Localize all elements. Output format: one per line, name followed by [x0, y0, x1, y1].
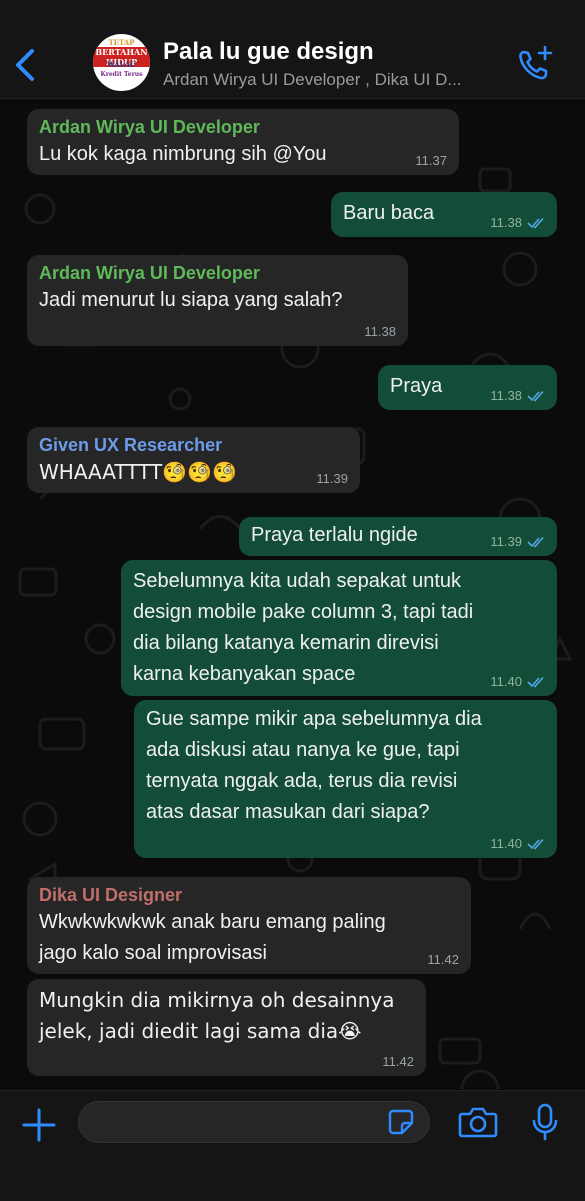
message-sender[interactable]: Ardan Wirya UI Developer: [39, 261, 396, 285]
message-meta: 11.42: [427, 952, 459, 967]
message-time: 11.42: [382, 1054, 414, 1069]
composer-bar: [0, 1090, 585, 1201]
message-text: Wkwkwkwkwk anak baru emang paling jago k…: [39, 911, 386, 964]
message-time: 11.39: [316, 471, 348, 486]
camera-icon[interactable]: [458, 1105, 498, 1139]
avatar-line-3: WALAU: [106, 60, 137, 69]
message-time: 11.38: [490, 215, 522, 230]
message-time: 11.37: [415, 153, 447, 168]
message-meta: 11.38: [364, 324, 396, 339]
message-meta: 11.40: [490, 674, 545, 689]
chat-subtitle[interactable]: Ardan Wirya UI Developer , Dika UI D...: [163, 70, 503, 90]
message-meta: 11.37: [415, 153, 447, 168]
message-time: 11.38: [490, 388, 522, 403]
message-text: Lu kok kaga nimbrung sih @You: [39, 143, 327, 165]
message-outgoing[interactable]: Sebelumnya kita udah sepakat untuk desig…: [121, 560, 557, 696]
message-text: Gue sampe mikir apa sebelumnya dia ada d…: [146, 708, 482, 823]
message-text: Jadi menurut lu siapa yang salah?: [39, 289, 343, 311]
double-check-icon: [527, 217, 544, 228]
double-check-icon: [527, 536, 544, 547]
add-call-icon[interactable]: [515, 44, 555, 84]
message-outgoing[interactable]: Praya terlalu ngide 11.39: [239, 517, 557, 556]
message-time: 11.38: [364, 324, 396, 339]
message-text: Sebelumnya kita udah sepakat untuk desig…: [133, 570, 474, 685]
message-outgoing[interactable]: Baru baca 11.38: [331, 192, 557, 237]
message-meta: 11.38: [490, 215, 545, 230]
avatar-line-4: Kredit Terus: [100, 71, 143, 78]
message-meta: 11.40: [490, 836, 545, 851]
message-incoming[interactable]: Dika UI Designer Wkwkwkwkwk anak baru em…: [27, 877, 471, 974]
message-time: 11.39: [490, 534, 522, 549]
sticker-icon[interactable]: [387, 1108, 415, 1136]
message-time: 11.40: [490, 674, 522, 689]
message-sender[interactable]: Ardan Wirya UI Developer: [39, 115, 447, 139]
chat-title[interactable]: Pala lu gue design: [163, 38, 374, 66]
message-incoming[interactable]: Ardan Wirya UI Developer Lu kok kaga nim…: [27, 109, 459, 175]
message-incoming[interactable]: Mungkin dia mikirnya oh desainnya jelek,…: [27, 979, 426, 1076]
double-check-icon: [527, 676, 544, 687]
double-check-icon: [527, 838, 544, 849]
message-meta: 11.39: [490, 534, 545, 549]
message-time: 11.42: [427, 952, 459, 967]
message-time: 11.40: [490, 836, 522, 851]
message-meta: 11.39: [316, 471, 348, 486]
message-incoming[interactable]: Given UX Researcher WHAAATTTT🧐🧐🧐 11.39: [27, 427, 360, 493]
chat-header: TETAP BERTAHAN HIDUP WALAU Kredit Terus …: [0, 0, 585, 99]
message-outgoing[interactable]: Praya 11.38: [378, 365, 557, 410]
message-input[interactable]: [78, 1101, 430, 1143]
double-check-icon: [527, 390, 544, 401]
message-sender[interactable]: Given UX Researcher: [39, 433, 348, 457]
message-text: WHAAATTTT🧐🧐🧐: [39, 460, 237, 484]
message-incoming[interactable]: Ardan Wirya UI Developer Jadi menurut lu…: [27, 255, 408, 346]
chevron-left-icon[interactable]: [10, 45, 40, 85]
plus-icon[interactable]: [20, 1106, 58, 1144]
message-list[interactable]: Ardan Wirya UI Developer Lu kok kaga nim…: [0, 99, 585, 1089]
message-meta: 11.42: [382, 1054, 414, 1069]
message-meta: 11.38: [490, 388, 545, 403]
message-text: Mungkin dia mikirnya oh desainnya jelek,…: [39, 988, 395, 1043]
avatar-line-1: TETAP: [108, 38, 135, 47]
group-avatar[interactable]: TETAP BERTAHAN HIDUP WALAU Kredit Terus: [93, 34, 150, 91]
message-sender[interactable]: Dika UI Designer: [39, 883, 459, 907]
microphone-icon[interactable]: [530, 1102, 560, 1142]
message-outgoing[interactable]: Gue sampe mikir apa sebelumnya dia ada d…: [134, 700, 557, 858]
